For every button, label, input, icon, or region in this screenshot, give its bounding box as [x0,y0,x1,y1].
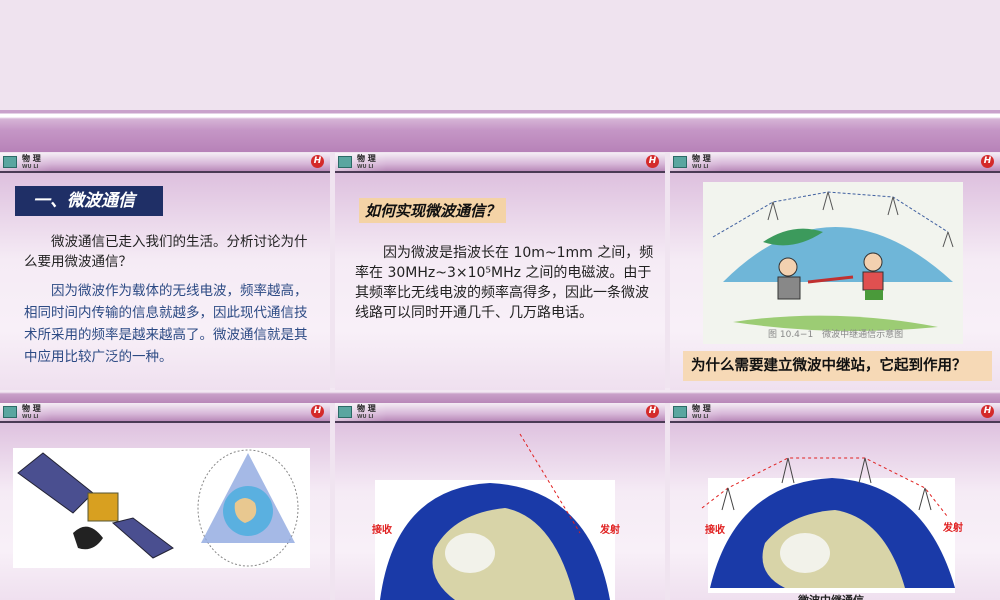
slide-4[interactable]: 物 理 WU LI H [0,403,330,600]
slide-header: 物 理 WU LI H [335,403,665,423]
physics-logo-icon [3,406,17,418]
slide-header: 物 理 WU LI H [0,153,330,173]
subject-sub-label: WU LI [357,414,374,420]
subject-label: 物 理 [357,154,376,163]
slide-1[interactable]: 物 理 WU LI H 一、微波通信 微波通信已走入我们的生活。分析讨论为什么要用微… [0,153,330,390]
relay-globe-image [701,457,955,593]
question-box: 为什么需要建立微波中继站，它起到作用？ [683,351,992,381]
relay-runners-image: 图 10.4−1 微波中继通信示意图 [712,191,954,340]
physics-logo-icon [338,156,352,168]
transmit-label: 发射 [600,525,620,536]
subject-sub-label: WU LI [22,414,39,420]
subject-sub-label: WU LI [692,414,709,420]
transmit-label: 发射 [943,523,963,534]
question-text: 微波通信已走入我们的生活。分析讨论为什么要用微波通信？ [24,234,308,270]
slide-header: 物 理 WU LI H [0,403,330,423]
slide-3[interactable]: 物 理 WU LI H 图 10.4−1 微波中继通信示意图 为什么需要建立微波中继… [670,153,1000,390]
receive-label: 接收 [705,525,725,536]
slide-header: 物 理 WU LI H [670,153,1000,173]
receive-label: 接收 [372,525,392,536]
satellite-icon [17,449,299,567]
subject-label: 物 理 [22,154,41,163]
slide-header: 物 理 WU LI H [670,403,1000,423]
figure-caption: 图 10.4−1 微波中继通信示意图 [768,328,903,340]
subject-label: 物 理 [692,404,711,413]
subject-label: 物 理 [692,154,711,163]
globe-image [375,433,615,600]
brand-logo-icon: H [981,405,994,418]
physics-logo-icon [673,406,687,418]
top-background [0,0,1000,110]
satellite-image [13,448,310,568]
slide-2[interactable]: 物 理 WU LI H 如何实现微波通信？ 因为微波是指波长在 10m~1mm 之间… [335,153,665,390]
physics-logo-icon [673,156,687,168]
section-label: 如何实现微波通信？ [359,198,507,223]
body-text: 因为微波是指波长在 10m~1mm 之间，频率在 30MHz~3×10⁵MHz … [355,245,654,321]
row-divider [0,388,1000,403]
brand-logo-icon: H [311,155,324,168]
figure-caption: 微波中继通信 [798,592,864,600]
brand-logo-icon: H [646,405,659,418]
subject-sub-label: WU LI [692,164,709,170]
purple-band [0,110,1000,152]
subject-sub-label: WU LI [357,164,374,170]
subject-label: 物 理 [357,404,376,413]
slide-5[interactable]: 物 理 WU LI H 接收 发射 [335,403,665,600]
slide-header: 物 理 WU LI H [335,153,665,173]
answer-text: 因为微波作为载体的无线电波，频率越高，相同时间内传输的信息就越多，因此现代通信技… [24,283,308,365]
relay-illustration: 图 10.4−1 微波中继通信示意图 [703,182,963,344]
physics-logo-icon [338,406,352,418]
subject-sub-label: WU LI [22,164,39,170]
brand-logo-icon: H [646,155,659,168]
subject-label: 物 理 [22,404,41,413]
physics-logo-icon [3,156,17,168]
slide-6[interactable]: 物 理WU LI H 接收 发射 微波中继通信 [670,403,1000,600]
brand-logo-icon: H [981,155,994,168]
brand-logo-icon: H [311,405,324,418]
section-title: 一、微波通信 [15,186,163,216]
